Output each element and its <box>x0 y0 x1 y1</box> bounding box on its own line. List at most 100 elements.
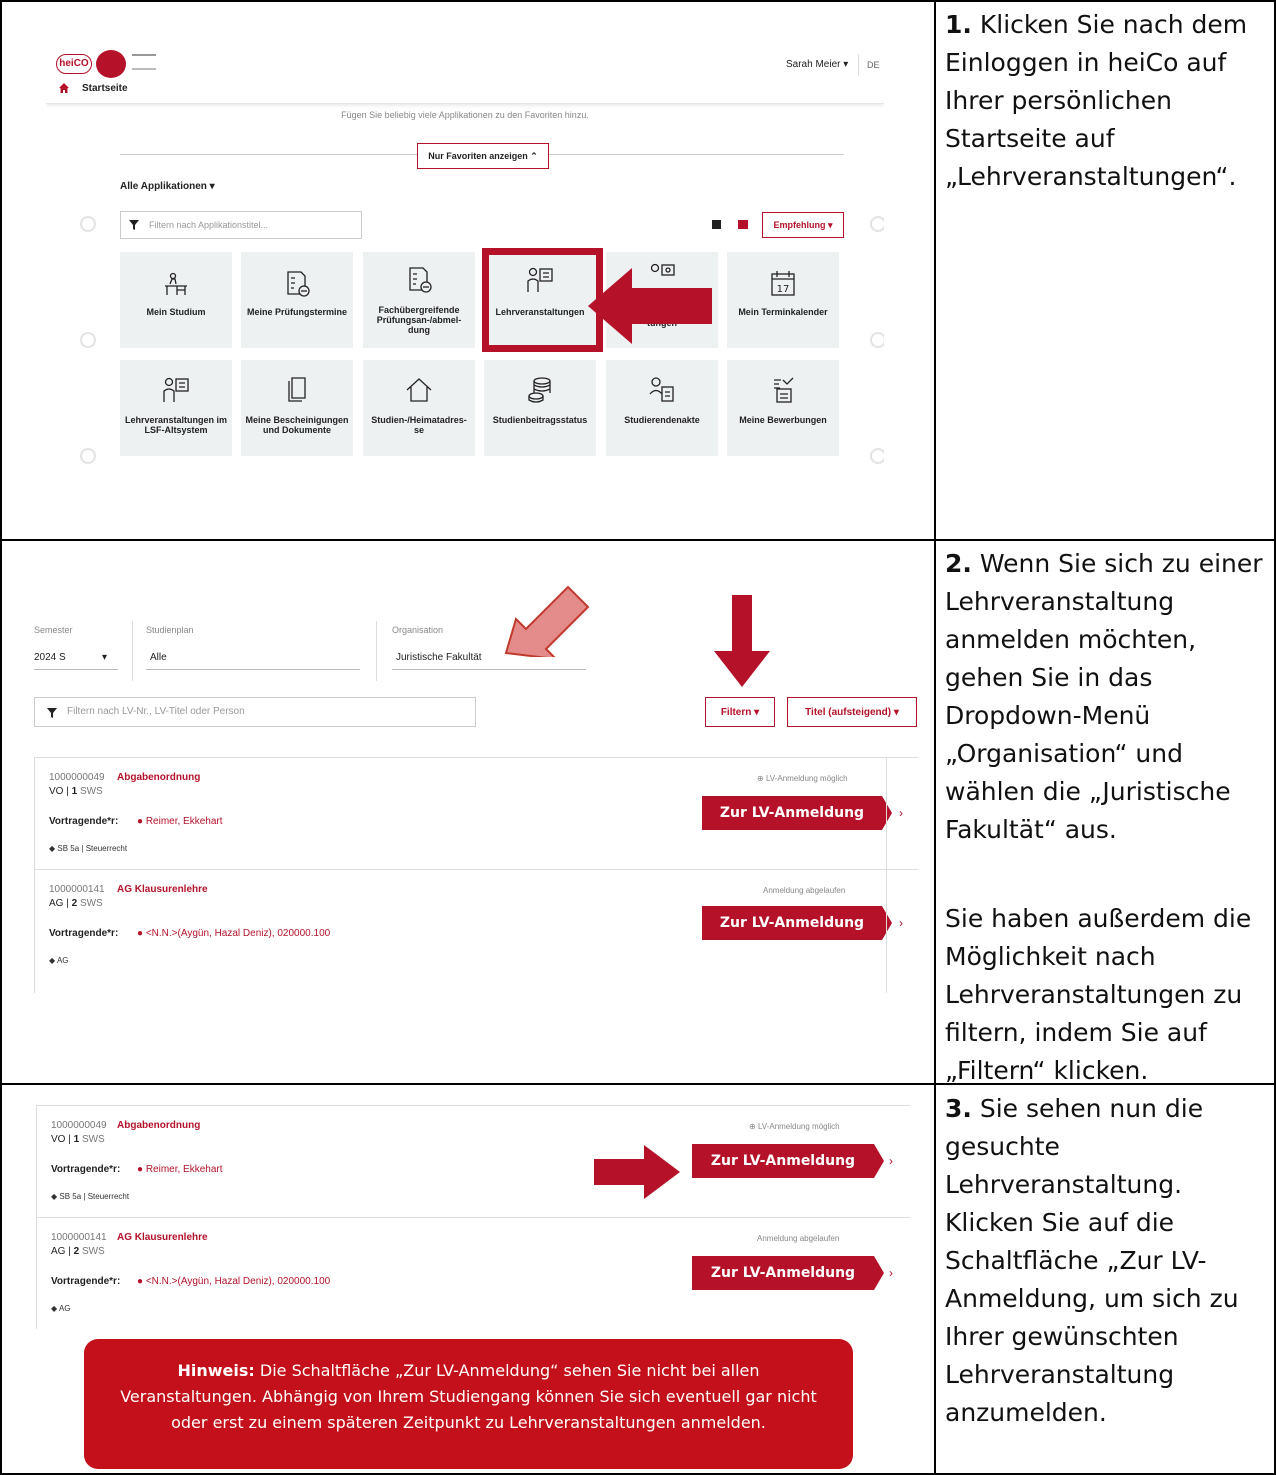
home-icon[interactable] <box>58 82 70 94</box>
button-notch <box>874 1256 884 1290</box>
zur-lv-anmeldung-button[interactable]: Zur LV-Anmeldung <box>702 796 882 830</box>
course-sws-unit: SWS <box>81 1134 105 1145</box>
course-filter-placeholder: Filtern nach LV-Nr., LV-Titel oder Perso… <box>67 706 245 717</box>
lecturer-link[interactable]: ● Reimer, Ekkehart <box>137 816 223 827</box>
chevron-right-icon[interactable]: › <box>899 916 903 930</box>
grid-view-icon[interactable] <box>712 220 721 229</box>
course-sws-unit: SWS <box>79 898 103 909</box>
screenshot-startpage: heiCO Startseite Sarah Meier ▾ DE Fügen … <box>46 44 884 474</box>
divider-line-left <box>120 154 417 155</box>
exam-document-icon <box>287 271 310 297</box>
chevron-right-icon[interactable]: › <box>889 1266 893 1280</box>
registration-status: Anmeldung abgelaufen <box>763 886 846 895</box>
tile-fachuebergreifende-pruefungen[interactable]: Fachübergreifende Prüfungsan-/abmel-dung <box>363 252 475 348</box>
student-file-icon <box>649 377 674 402</box>
registration-status: ⊕ LV-Anmeldung möglich <box>757 774 848 783</box>
breadcrumb-startseite[interactable]: Startseite <box>82 83 128 94</box>
tile-lehrveranstaltungen-lsf[interactable]: Lehrveranstaltungen im LSF-Altsystem <box>120 360 232 456</box>
lecturer-board-icon <box>163 377 189 402</box>
list-view-icon[interactable] <box>738 220 748 229</box>
sort-button[interactable]: Titel (aufsteigend) ▾ <box>787 697 917 727</box>
course-row[interactable]: 1000000049 Abgabenordnung VO | 1 SWS Vor… <box>36 1105 910 1217</box>
semester-value: 2024 S <box>34 652 66 663</box>
organisation-input[interactable]: Juristische Fakultät <box>396 652 482 663</box>
language-switch[interactable]: DE <box>858 54 884 76</box>
recommendation-sort-button[interactable]: Empfehlung ▾ <box>762 212 844 238</box>
lecturer-link[interactable]: ● <N.N.>(Aygün, Hazal Deniz), 020000.100 <box>137 928 330 939</box>
tile-label: Meine Bescheinigungen und Dokumente <box>245 415 349 435</box>
zur-lv-anmeldung-button[interactable]: Zur LV-Anmeldung <box>692 1144 874 1178</box>
tile-bewerbungen[interactable]: Meine Bewerbungen <box>727 360 839 456</box>
calendar-day: 17 <box>777 284 790 295</box>
course-filter-input[interactable]: Filtern nach LV-Nr., LV-Titel oder Perso… <box>34 697 476 727</box>
tile-studierendenakte[interactable]: Studierendenakte <box>606 360 718 456</box>
lecturer-link[interactable]: ● <N.N.>(Aygün, Hazal Deniz), 020000.100 <box>137 1276 330 1287</box>
course-row[interactable]: 1000000141 AG Klausurenlehre AG | 2 SWS … <box>34 869 918 993</box>
zur-lv-anmeldung-button[interactable]: Zur LV-Anmeldung <box>692 1256 874 1290</box>
step-2-number: 2. <box>945 549 972 578</box>
decorative-ring <box>870 216 884 232</box>
chevron-right-icon[interactable]: › <box>899 806 903 820</box>
heico-logo[interactable]: heiCO <box>56 54 92 74</box>
tag-icon: ◆ <box>51 1192 58 1201</box>
studienplan-label: Studienplan <box>146 625 194 635</box>
course-row[interactable]: 1000000049 Abgabenordnung VO | 1 SWS Vor… <box>34 757 918 870</box>
course-title[interactable]: Abgabenordnung <box>117 1120 200 1131</box>
calendar-icon: 17 <box>771 271 795 296</box>
filter-button[interactable]: Filtern ▾ <box>705 697 775 727</box>
tile-studienbeitragsstatus[interactable]: Studienbeitragsstatus <box>484 360 596 456</box>
lecturer-name: Reimer, Ekkehart <box>145 1164 223 1175</box>
all-applications-dropdown[interactable]: Alle Applikationen ▾ <box>120 181 215 192</box>
tile-label: Meine Prüfungstermine <box>246 307 347 317</box>
pointer-arrow-right-icon <box>594 1145 680 1199</box>
user-menu[interactable]: Sarah Meier ▾ <box>786 59 848 70</box>
studienplan-underline <box>146 669 360 670</box>
step-1-number: 1. <box>945 10 972 39</box>
course-title[interactable]: AG Klausurenlehre <box>117 884 208 895</box>
studienplan-input[interactable]: Alle <box>150 652 167 663</box>
note-box: Hinweis: Die Schaltfläche „Zur LV-Anmeld… <box>84 1339 853 1469</box>
tile-pruefungstermine[interactable]: Meine Prüfungstermine <box>241 252 353 348</box>
zur-lv-anmeldung-button[interactable]: Zur LV-Anmeldung <box>702 906 882 940</box>
course-type-value: VO <box>51 1134 66 1145</box>
step-1-text: Klicken Sie nach dem Einloggen in heiCo … <box>945 10 1248 191</box>
semester-select[interactable]: 2024 S ▾ <box>34 652 107 663</box>
course-tag: ◆ SB 5a | Steuerrecht <box>49 844 127 853</box>
course-title[interactable]: Abgabenordnung <box>117 772 200 783</box>
application-filter-placeholder: Filtern nach Applikationstitel... <box>149 220 269 230</box>
chevron-right-icon[interactable]: › <box>889 1154 893 1168</box>
field-separator <box>132 621 133 681</box>
semester-label: Semester <box>34 625 73 635</box>
course-title[interactable]: AG Klausurenlehre <box>117 1232 208 1243</box>
show-favorites-label: Nur Favoriten anzeigen <box>428 150 528 161</box>
lecturer-name: <N.N.>(Aygün, Hazal Deniz), 020000.100 <box>145 1276 331 1287</box>
lecturer-link[interactable]: ● Reimer, Ekkehart <box>137 1164 223 1175</box>
field-separator <box>376 621 377 681</box>
university-seal-icon <box>96 50 126 78</box>
tag-icon: ◆ <box>51 1304 58 1313</box>
course-type: AG | 2 SWS <box>49 898 103 909</box>
user-name: Sarah Meier <box>786 59 841 70</box>
show-favorites-button[interactable]: Nur Favoriten anzeigen ⌃ <box>417 143 549 169</box>
button-notch <box>882 796 892 830</box>
application-filter-input[interactable]: Filtern nach Applikationstitel... <box>120 211 362 239</box>
tile-label: Studierendenakte <box>624 415 700 425</box>
tile-label: Mein Studium <box>146 307 206 317</box>
course-tag-text: SB 5a | Steuerrecht <box>57 844 128 853</box>
course-row[interactable]: 1000000141 AG Klausurenlehre AG | 2 SWS … <box>36 1217 910 1329</box>
person-icon: ● <box>137 1276 144 1287</box>
documents-icon <box>288 377 306 402</box>
course-sws-value: 1 <box>73 1134 80 1145</box>
caret-down-icon: ▾ <box>209 181 215 192</box>
decorative-ring <box>80 332 96 348</box>
pointer-arrow-diagonal-icon <box>504 585 590 657</box>
decorative-ring <box>80 448 96 464</box>
tile-bescheinigungen[interactable]: Meine Bescheinigungen und Dokumente <box>241 360 353 456</box>
tile-heimatadresse[interactable]: Studien-/Heimatadres-se <box>363 360 475 456</box>
favorites-hint: Fügen Sie beliebig viele Applikationen z… <box>341 110 589 120</box>
button-notch <box>882 906 892 940</box>
tile-mein-studium[interactable]: Mein Studium <box>120 252 232 348</box>
tile-terminkalender[interactable]: 17 Mein Terminkalender <box>727 252 839 348</box>
button-notch <box>874 1144 884 1178</box>
person-icon: ● <box>137 816 144 827</box>
